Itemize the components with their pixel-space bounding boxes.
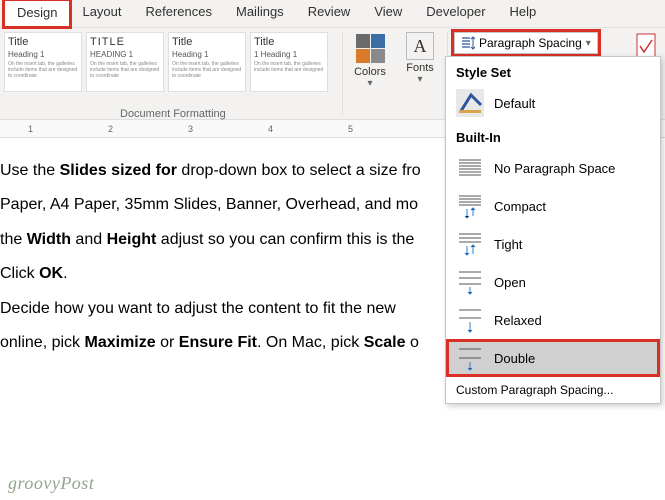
style-thumb[interactable]: Title Heading 1 On the insert tab, the g… — [168, 32, 246, 92]
ruler-mark: 5 — [348, 124, 353, 134]
option-label: No Paragraph Space — [494, 161, 615, 176]
style-set-header: Style Set — [446, 57, 660, 84]
paragraph-spacing-icon — [461, 36, 475, 50]
option-label: Open — [494, 275, 526, 290]
spacing-icon — [456, 230, 484, 258]
paragraph-spacing-button[interactable]: Paragraph Spacing ▾ — [454, 32, 598, 54]
ruler-mark: 1 — [28, 124, 33, 134]
default-option[interactable]: Default — [446, 84, 660, 122]
spacing-icon — [456, 192, 484, 220]
spacing-icon — [456, 268, 484, 296]
style-gallery[interactable]: Title Heading 1 On the insert tab, the g… — [0, 28, 340, 119]
tab-layout[interactable]: Layout — [70, 0, 133, 27]
watermark: groovyPost — [8, 473, 94, 494]
tab-mailings[interactable]: Mailings — [224, 0, 296, 27]
fonts-label: Fonts — [406, 62, 434, 74]
spacing-icon — [456, 306, 484, 334]
ruler-mark: 4 — [268, 124, 273, 134]
relaxed-option[interactable]: Relaxed — [446, 301, 660, 339]
style-body: On the insert tab, the galleries include… — [254, 61, 324, 73]
style-thumb[interactable]: TITLE HEADING 1 On the insert tab, the g… — [86, 32, 164, 92]
style-title: TITLE — [90, 36, 160, 48]
style-body: On the insert tab, the galleries include… — [8, 61, 78, 79]
style-body: On the insert tab, the galleries include… — [90, 61, 160, 79]
group-label: Document Formatting — [120, 108, 226, 120]
paragraph-spacing-label: Paragraph Spacing — [479, 36, 582, 50]
style-body: On the insert tab, the galleries include… — [172, 61, 242, 79]
colors-button[interactable]: Colors ▾ — [345, 28, 395, 119]
open-option[interactable]: Open — [446, 263, 660, 301]
style-heading: HEADING 1 — [90, 50, 160, 59]
style-heading: Heading 1 — [8, 50, 78, 59]
tab-design[interactable]: Design — [4, 0, 70, 27]
chevron-down-icon: ▾ — [367, 78, 372, 89]
tab-review[interactable]: Review — [296, 0, 363, 27]
tab-view[interactable]: View — [362, 0, 414, 27]
tight-option[interactable]: Tight — [446, 225, 660, 263]
style-thumb[interactable]: Title Heading 1 On the insert tab, the g… — [4, 32, 82, 92]
colors-label: Colors — [354, 66, 386, 78]
style-title: Title — [172, 36, 242, 48]
option-label: Compact — [494, 199, 546, 214]
style-heading: 1 Heading 1 — [254, 50, 324, 59]
no-paragraph-space-option[interactable]: No Paragraph Space — [446, 149, 660, 187]
style-heading: Heading 1 — [172, 50, 242, 59]
ruler-mark: 2 — [108, 124, 113, 134]
chevron-down-icon: ▾ — [417, 74, 422, 85]
spacing-icon — [456, 344, 484, 372]
compact-option[interactable]: Compact — [446, 187, 660, 225]
separator — [342, 32, 343, 115]
fonts-icon: A — [406, 32, 434, 60]
tab-references[interactable]: References — [134, 0, 224, 27]
style-title: Title — [254, 36, 324, 48]
built-in-header: Built-In — [446, 122, 660, 149]
colors-icon — [354, 32, 386, 64]
ruler-mark: 3 — [188, 124, 193, 134]
fonts-button[interactable]: A Fonts ▾ — [395, 28, 445, 119]
double-option[interactable]: Double — [446, 339, 660, 377]
option-label: Double — [494, 351, 535, 366]
tab-help[interactable]: Help — [498, 0, 549, 27]
paragraph-spacing-dropdown: Style Set Default Built-In No Paragraph … — [445, 56, 661, 404]
spacing-icon — [456, 154, 484, 182]
chevron-down-icon: ▾ — [586, 38, 591, 49]
tab-developer[interactable]: Developer — [414, 0, 497, 27]
ribbon-tabs: Design Layout References Mailings Review… — [0, 0, 665, 28]
default-label: Default — [494, 96, 535, 111]
custom-paragraph-spacing[interactable]: Custom Paragraph Spacing... — [446, 377, 660, 399]
style-title: Title — [8, 36, 78, 48]
option-label: Tight — [494, 237, 522, 252]
default-icon — [456, 89, 484, 117]
option-label: Relaxed — [494, 313, 542, 328]
style-thumb[interactable]: Title 1 Heading 1 On the insert tab, the… — [250, 32, 328, 92]
